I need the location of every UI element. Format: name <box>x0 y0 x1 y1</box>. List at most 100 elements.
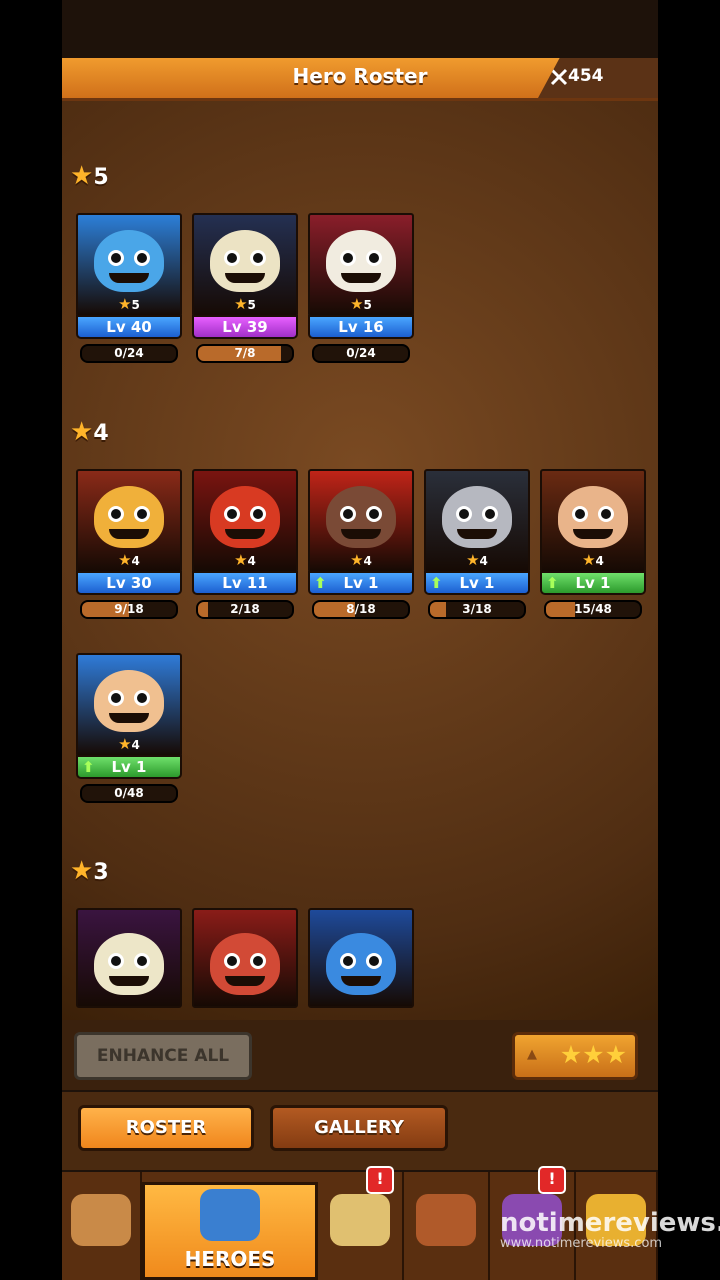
hero-grid[interactable]: ★5 ★5 Lv 40 0/24 ★5 Lv 39 7/8 ★5 Lv 16 0/24 ★4 ★4 Lv… <box>62 101 658 1021</box>
shard-progress-label: 0/24 <box>346 346 376 360</box>
star-icon: ★ <box>70 161 94 191</box>
upgrade-arrow-icon: ⬆ <box>546 574 559 592</box>
hero-level: Lv 11 <box>192 571 298 595</box>
hero-portrait <box>192 908 298 1008</box>
hero-level-label: Lv 1 <box>575 574 611 592</box>
star-icon: ★ <box>234 295 248 313</box>
watermark-brand: notimereviews. <box>500 1208 720 1238</box>
hero-portrait <box>308 908 414 1008</box>
nav-ship[interactable] <box>404 1172 490 1280</box>
tier-header: ★4 <box>70 417 109 447</box>
star-filter-label: ★★★ <box>559 1040 627 1069</box>
nav-map[interactable] <box>62 1172 142 1280</box>
hero-card[interactable] <box>308 908 414 1008</box>
tier-stars: 3 <box>93 860 109 885</box>
star-icon: ★ <box>582 551 596 569</box>
header-bar: Hero Roster 454 <box>62 58 658 101</box>
star-icon: ★ <box>118 295 132 313</box>
hero-card[interactable]: ★4 ⬆ Lv 1 8/18 <box>308 469 414 619</box>
shard-progress: 15/48 <box>544 600 642 619</box>
hero-portrait: ★4 <box>308 469 414 573</box>
pirate-hat-icon <box>200 1189 260 1241</box>
hero-level-label: Lv 40 <box>106 318 152 336</box>
shard-progress-label: 0/24 <box>114 346 144 360</box>
nav-label: HEROES <box>184 1247 276 1271</box>
shard-progress: 0/48 <box>80 784 178 803</box>
hero-level-label: Lv 11 <box>222 574 268 592</box>
hero-card[interactable]: ★5 Lv 16 0/24 <box>308 213 414 363</box>
tier-header: ★3 <box>70 856 109 886</box>
hero-face-icon <box>94 670 164 732</box>
hero-face-icon <box>210 230 280 292</box>
hero-stars: ★4 <box>118 551 140 569</box>
power-value: 454 <box>568 66 604 86</box>
hero-card[interactable]: ★4 Lv 30 9/18 <box>76 469 182 619</box>
hero-card[interactable]: ★4 ⬆ Lv 1 0/48 <box>76 653 182 803</box>
ship-icon <box>416 1194 476 1246</box>
hero-face-icon <box>326 486 396 548</box>
hero-level-label: Lv 1 <box>343 574 379 592</box>
hero-face-icon <box>442 486 512 548</box>
hero-level: ⬆ Lv 1 <box>76 755 182 779</box>
nav-battle[interactable]: ! <box>318 1166 404 1280</box>
shard-progress: 0/24 <box>312 344 410 363</box>
shard-progress-fill <box>546 602 576 617</box>
hero-card[interactable]: ★4 ⬆ Lv 1 15/48 <box>540 469 646 619</box>
shard-progress-label: 9/18 <box>114 602 144 616</box>
hero-level-label: Lv 1 <box>111 758 147 776</box>
hero-stars: ★5 <box>234 295 256 313</box>
hero-face-icon <box>558 486 628 548</box>
shard-progress: 9/18 <box>80 600 178 619</box>
hero-level-label: Lv 30 <box>106 574 152 592</box>
alert-badge-icon: ! <box>366 1166 394 1194</box>
hero-face-icon <box>210 932 280 995</box>
hero-portrait: ★5 <box>192 213 298 317</box>
hero-level-label: Lv 16 <box>338 318 384 336</box>
hero-face-icon <box>326 932 396 995</box>
watermark-url: www.notimereviews.com <box>500 1236 663 1251</box>
shard-progress-label: 2/18 <box>230 602 260 616</box>
tier-header: ★5 <box>70 161 109 191</box>
hero-stars: ★4 <box>466 551 488 569</box>
enhance-all-button[interactable]: ENHANCE ALL <box>74 1032 252 1080</box>
tier-stars: 4 <box>93 421 109 446</box>
hero-card[interactable] <box>192 908 298 1008</box>
hero-card[interactable] <box>76 908 182 1008</box>
star-icon: ★ <box>70 856 94 886</box>
upgrade-arrow-icon: ⬆ <box>82 758 95 776</box>
hero-stars: ★4 <box>582 551 604 569</box>
tab-gallery[interactable]: GALLERY <box>270 1105 448 1151</box>
hero-level: Lv 30 <box>76 571 182 595</box>
star-icon: ★ <box>70 417 94 447</box>
tab-roster[interactable]: ROSTER <box>78 1105 254 1151</box>
hero-face-icon <box>94 486 164 548</box>
hero-face-icon <box>94 230 164 292</box>
hero-card[interactable]: ★4 ⬆ Lv 1 3/18 <box>424 469 530 619</box>
hero-card[interactable]: ★5 Lv 39 7/8 <box>192 213 298 363</box>
hero-stars: ★5 <box>350 295 372 313</box>
hero-level: Lv 16 <box>308 315 414 339</box>
hero-portrait: ★4 <box>192 469 298 573</box>
star-icon: ★ <box>350 551 364 569</box>
hero-level-label: Lv 39 <box>222 318 268 336</box>
nav-heroes[interactable]: HEROES <box>142 1182 318 1280</box>
hero-portrait: ★4 <box>76 469 182 573</box>
sort-arrow-icon: ▲ <box>527 1047 537 1062</box>
hero-portrait: ★4 <box>424 469 530 573</box>
star-filter-button[interactable]: ▲ ★★★ <box>512 1032 638 1080</box>
hero-stars: ★4 <box>350 551 372 569</box>
shard-progress: 0/24 <box>80 344 178 363</box>
hero-card[interactable]: ★4 Lv 11 2/18 <box>192 469 298 619</box>
hero-stars: ★4 <box>118 735 140 753</box>
shard-progress-fill <box>198 602 209 617</box>
hero-level-label: Lv 1 <box>459 574 495 592</box>
shard-progress-label: 0/48 <box>114 786 144 800</box>
hero-card[interactable]: ★5 Lv 40 0/24 <box>76 213 182 363</box>
shard-progress-label: 15/48 <box>574 602 612 616</box>
hero-face-icon <box>210 486 280 548</box>
upgrade-arrow-icon: ⬆ <box>314 574 327 592</box>
hero-portrait: ★5 <box>76 213 182 317</box>
hero-portrait: ★5 <box>308 213 414 317</box>
watermark: notimereviews. www.notimereviews.com <box>500 1208 720 1251</box>
star-icon: ★ <box>350 295 364 313</box>
